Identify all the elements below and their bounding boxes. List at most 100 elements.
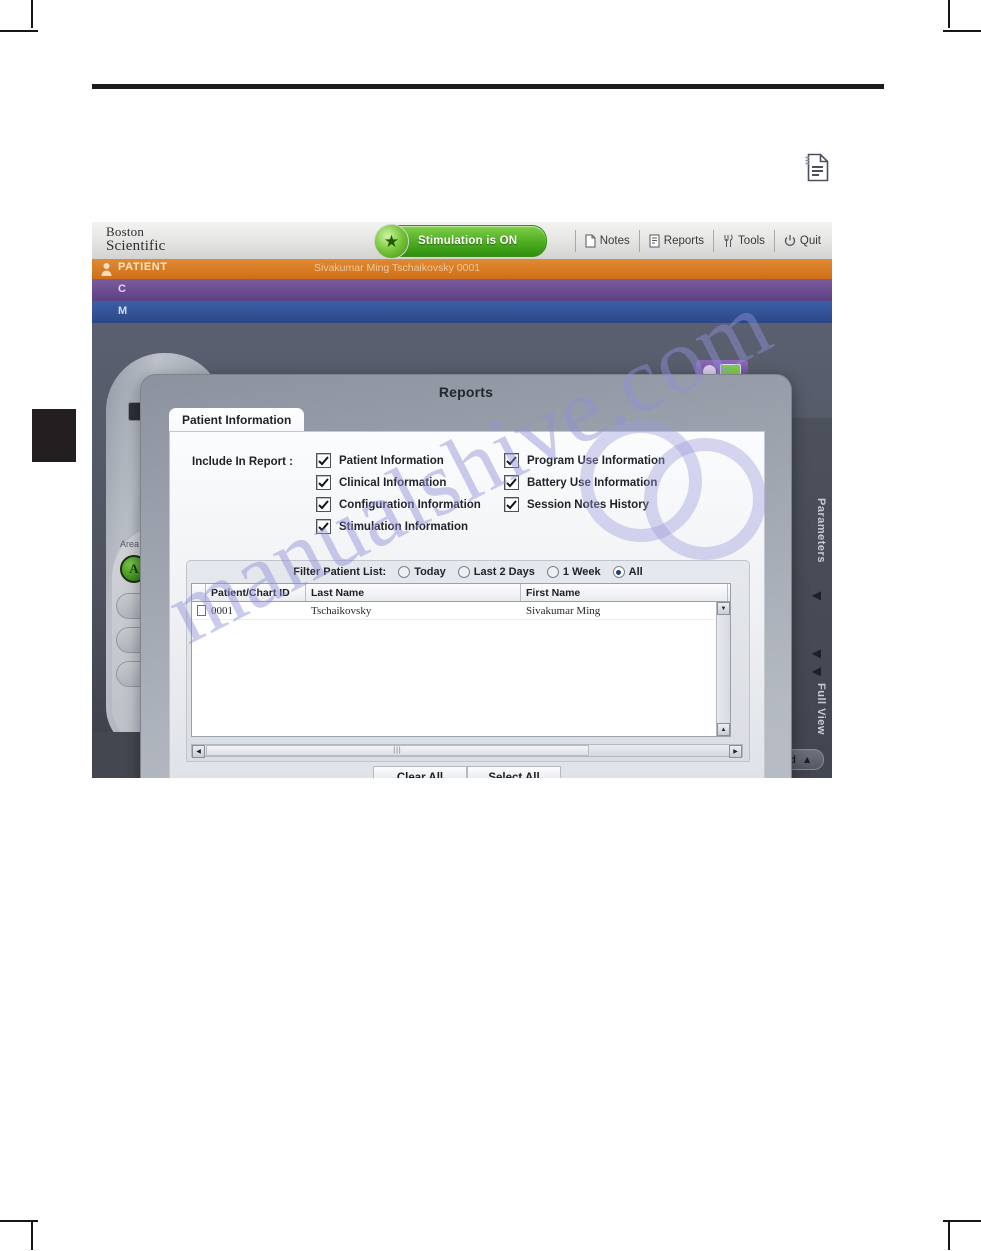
horizontal-scroll-thumb[interactable]: |||: [206, 745, 589, 756]
checkbox-configuration-information[interactable]: Configuration Information: [316, 497, 481, 512]
toolbar-reports-label: Reports: [663, 234, 705, 247]
checkbox-label: Stimulation Information: [339, 520, 469, 533]
radio-icon: [546, 566, 559, 578]
checkmark-icon: [316, 475, 331, 490]
checkmark-icon: [316, 519, 331, 534]
checkbox-patient-information[interactable]: Patient Information: [316, 453, 444, 468]
radio-today[interactable]: Today: [398, 566, 446, 578]
grid-header-row: Patient/Chart ID Last Name First Name: [192, 584, 730, 602]
crop-mark-top-left-v: [31, 0, 33, 28]
radio-icon: [457, 566, 470, 578]
scroll-down-button[interactable]: ▼: [717, 602, 730, 615]
checkbox-label: Battery Use Information: [527, 476, 658, 489]
checkmark-icon: [316, 497, 331, 512]
full-view-arrow-1[interactable]: ◀: [812, 646, 821, 660]
scroll-up-button[interactable]: ▲: [717, 723, 730, 736]
checkbox-label: Session Notes History: [527, 498, 650, 511]
sidebar-item-mode[interactable]: M: [92, 301, 832, 323]
clear-all-button[interactable]: Clear All: [373, 766, 467, 778]
toolbar-notes-label: Notes: [599, 234, 630, 247]
checkbox-battery-use-information[interactable]: Battery Use Information: [504, 475, 657, 490]
tools-icon: [723, 234, 734, 248]
toolbar-tools-label: Tools: [738, 234, 765, 247]
crop-mark-bottom-right-h: [943, 1220, 981, 1222]
toolbar-tools-button[interactable]: Tools: [718, 230, 770, 252]
filter-patient-list-label: Filter Patient List:: [293, 566, 387, 578]
crop-mark-top-right-v: [948, 0, 950, 28]
checkmark-icon: [504, 453, 519, 468]
patient-ribbon[interactable]: PATIENT Sivakumar Ming Tschaikovsky 0001: [92, 259, 832, 279]
sidebar-item-config-label: C: [118, 283, 126, 295]
radio-all[interactable]: All: [612, 566, 643, 578]
toolbar-notes-button[interactable]: Notes: [580, 230, 635, 252]
power-icon: [784, 234, 796, 248]
device-toolbar: Notes Reports Tools Quit: [571, 226, 826, 255]
patient-icon: [100, 262, 113, 276]
checkbox-label: Clinical Information: [339, 476, 447, 489]
reports-panel: Include In Report : Patient Information …: [169, 431, 765, 778]
sidebar-item-config[interactable]: C: [92, 279, 832, 301]
patient-grid: Patient/Chart ID Last Name First Name 00…: [191, 583, 731, 737]
stimulation-status-button[interactable]: ★ Stimulation is ON: [374, 224, 547, 259]
list-action-buttons: Clear All Select All: [186, 766, 748, 778]
column-header-first-name[interactable]: First Name: [521, 584, 728, 601]
full-view-tab[interactable]: Full View: [815, 683, 827, 735]
radio-label: Today: [414, 566, 446, 578]
cell-first-name: Sivakumar Ming: [526, 604, 601, 617]
column-header-patient-chart-id[interactable]: Patient/Chart ID: [206, 584, 306, 601]
note-icon: [585, 234, 596, 248]
checkbox-label: Program Use Information: [527, 454, 666, 467]
radio-icon: [398, 566, 411, 578]
dialog-title: Reports: [438, 384, 494, 400]
device-titlebar: Boston Scientific ★ Stimulation is ON No…: [92, 222, 832, 259]
remote-area-label: Area: [120, 539, 140, 549]
page-header-rule: [92, 84, 884, 89]
brand-line-1: Boston: [106, 224, 145, 239]
checkmark-icon: [316, 453, 331, 468]
scroll-right-button[interactable]: ▶: [729, 745, 742, 758]
parameters-tab[interactable]: Parameters: [815, 498, 827, 563]
page-thumb-tab: [32, 409, 76, 462]
parameters-collapse-arrow[interactable]: ◀: [812, 588, 821, 602]
toolbar-reports-button[interactable]: Reports: [644, 230, 709, 252]
row-select-checkbox[interactable]: [192, 605, 206, 616]
toolbar-divider: [713, 229, 715, 252]
toolbar-quit-button[interactable]: Quit: [779, 230, 826, 252]
grid-horizontal-scrollbar[interactable]: ◀ ||| ▶: [191, 744, 743, 758]
grid-vertical-scrollbar[interactable]: ▼ ▲: [716, 602, 730, 736]
crop-mark-top-right-h: [943, 30, 981, 32]
select-all-button[interactable]: Select All: [467, 766, 561, 778]
toolbar-quit-label: Quit: [799, 234, 821, 247]
chevron-up-icon: ▲: [801, 753, 813, 766]
tab-patient-information[interactable]: Patient Information: [169, 408, 305, 432]
checkbox-clinical-information[interactable]: Clinical Information: [316, 475, 446, 490]
toolbar-divider: [773, 229, 775, 252]
checkbox-session-notes-history[interactable]: Session Notes History: [504, 497, 649, 512]
crop-mark-bottom-left-v: [31, 1222, 33, 1250]
checkbox-program-use-information[interactable]: Program Use Information: [504, 453, 665, 468]
boston-scientific-logo: Boston Scientific: [106, 225, 165, 254]
device-main-area: 1 Area A ▼ ea + + + ▼ + +: [92, 323, 832, 778]
toolbar-divider: [574, 229, 576, 252]
brand-line-2: Scientific: [106, 237, 166, 254]
report-icon: [649, 234, 660, 248]
table-row[interactable]: 0001 Tschaikovsky Sivakumar Ming: [192, 602, 730, 620]
sidebar-item-mode-label: M: [118, 305, 128, 317]
side-panel-rail: Parameters ◀ ◀ ◀ Full View: [792, 418, 832, 778]
include-in-report-label: Include In Report :: [192, 456, 293, 468]
column-header-select[interactable]: [192, 584, 206, 601]
checkmark-icon: [504, 475, 519, 490]
patient-list-container: Filter Patient List: Today Last 2 Days 1…: [186, 560, 750, 762]
checkbox-stimulation-information[interactable]: Stimulation Information: [316, 519, 468, 534]
radio-1-week[interactable]: 1 Week: [546, 566, 601, 578]
stimulation-status-label: Stimulation is ON: [418, 235, 518, 247]
column-header-last-name[interactable]: Last Name: [306, 584, 521, 601]
radio-label: 1 Week: [562, 566, 601, 578]
radio-last-2-days[interactable]: Last 2 Days: [457, 566, 535, 578]
scroll-left-button[interactable]: ◀: [192, 745, 205, 758]
checkbox-label: Configuration Information: [339, 498, 481, 511]
document-icon: [803, 153, 830, 182]
full-view-arrow-2[interactable]: ◀: [812, 664, 821, 678]
radio-icon-selected: [612, 566, 625, 578]
reports-dialog: Reports Patient Information Include In R…: [140, 374, 792, 778]
